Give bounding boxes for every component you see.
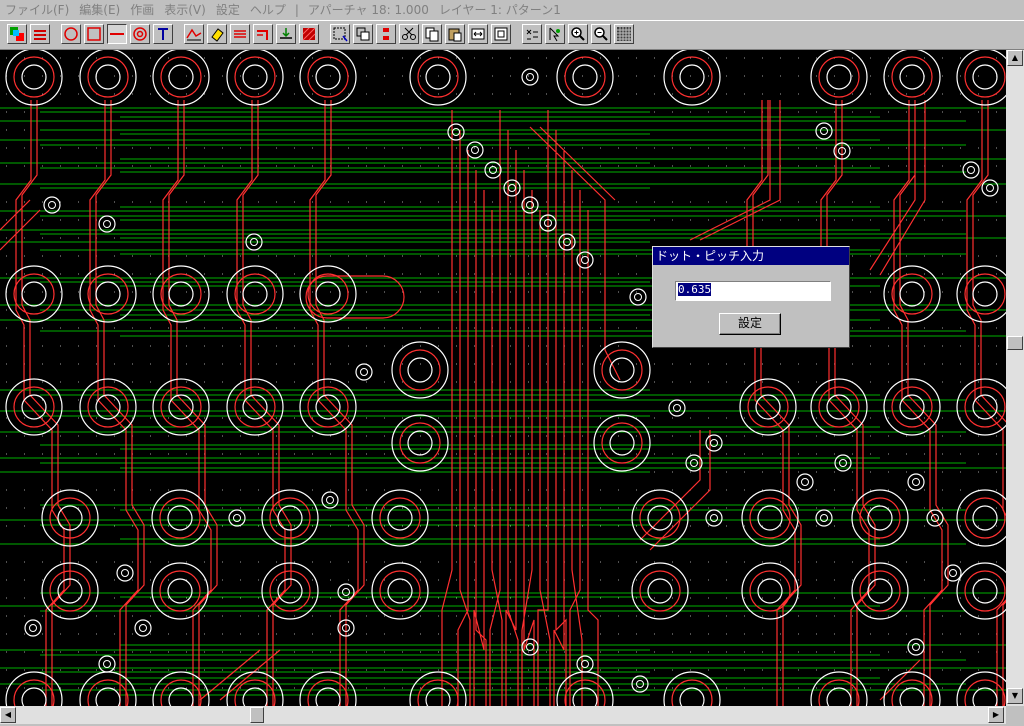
toolbar-button-copy[interactable]	[422, 24, 442, 44]
pad-tool-icon	[133, 27, 147, 41]
bend-tool-icon	[257, 30, 268, 40]
toolbar-button-frame[interactable]	[491, 24, 511, 44]
toolbar-button-text-tool[interactable]	[153, 24, 173, 44]
toolbar-button-move-point[interactable]	[276, 24, 296, 44]
line-tool-icon	[110, 33, 124, 35]
grid-icon	[617, 27, 631, 41]
scroll-left-button[interactable]: ◀	[0, 707, 16, 723]
toolbar-button-copy-area[interactable]	[353, 24, 373, 44]
toolbar-button-circle-tool[interactable]	[61, 24, 81, 44]
scrollbar-corner	[1006, 706, 1024, 726]
toolbar-button-grid[interactable]	[614, 24, 634, 44]
toolbar-button-zoom-in[interactable]	[568, 24, 588, 44]
layer-status: レイヤー 1: パターン1	[438, 3, 561, 17]
aperture-status: アパーチャ 18: 1.000	[307, 3, 429, 17]
toolbar-button-eraser[interactable]	[207, 24, 227, 44]
vertical-scroll-thumb[interactable]	[1007, 336, 1023, 350]
toolbar-button-trace-tool[interactable]	[184, 24, 204, 44]
dialog-title: ドット・ピッチ入力	[653, 247, 849, 265]
toolbar-button-bend-tool[interactable]	[253, 24, 273, 44]
dot-pitch-value: 0.635	[678, 283, 712, 296]
select-rect-icon	[333, 27, 348, 42]
cursor-icon	[549, 27, 560, 42]
toolbar-button-select-rect[interactable]	[330, 24, 350, 44]
bus-tool-icon	[234, 30, 246, 38]
toolbar-button-mirror[interactable]	[468, 24, 488, 44]
scroll-right-button[interactable]: ▶	[988, 707, 1004, 723]
menu-help[interactable]: ヘルプ	[245, 1, 291, 19]
toolbar-button-pad-tool[interactable]	[130, 24, 150, 44]
toolbar-button-measure[interactable]	[522, 24, 542, 44]
menu-bar: ファイル(F) 編集(E) 作画 表示(V) 設定 ヘルプ | アパーチャ 18…	[0, 0, 1024, 20]
pcb-layout	[0, 50, 1006, 706]
toolbar-button-line-tool[interactable]	[107, 24, 127, 44]
text-tool-icon	[158, 28, 168, 40]
vertical-scrollbar[interactable]: ▲ ▼	[1006, 50, 1024, 706]
copy-area-icon	[356, 27, 370, 41]
paste-icon	[448, 28, 462, 42]
layer-color-icon	[10, 27, 24, 41]
circle-tool-icon	[64, 27, 78, 41]
frame-icon	[494, 27, 508, 41]
rect-tool-icon	[87, 27, 101, 41]
toolbar-button-bus-tool[interactable]	[230, 24, 250, 44]
menu-separator: |	[294, 3, 299, 17]
toolbar-button-layer-stack[interactable]	[30, 24, 50, 44]
align-icon	[383, 28, 389, 40]
dot-pitch-input[interactable]: 0.635	[675, 281, 831, 301]
scroll-down-button[interactable]: ▼	[1007, 688, 1023, 704]
layer-stack-icon	[34, 30, 46, 40]
menu-draw[interactable]: 作画	[125, 1, 159, 19]
menu-view[interactable]: 表示(V)	[159, 1, 211, 19]
toolbar-button-zoom-out[interactable]	[591, 24, 611, 44]
scroll-up-button[interactable]: ▲	[1007, 50, 1023, 66]
toolbar-button-layer-color[interactable]	[7, 24, 27, 44]
toolbar	[0, 20, 1024, 50]
eraser-icon	[211, 28, 224, 42]
toolbar-button-cursor[interactable]	[545, 24, 565, 44]
dot-pitch-dialog: ドット・ピッチ入力 0.635 設定	[652, 246, 850, 348]
measure-icon	[526, 29, 538, 40]
set-button[interactable]: 設定	[719, 313, 781, 335]
toolbar-button-cut[interactable]	[399, 24, 419, 44]
toolbar-button-fill-tool[interactable]	[299, 24, 319, 44]
zoom-in-icon	[571, 27, 585, 41]
pcb-canvas[interactable]	[0, 50, 1006, 706]
move-point-icon	[280, 28, 292, 39]
toolbar-button-align[interactable]	[376, 24, 396, 44]
fill-tool-icon	[302, 27, 316, 41]
menu-file[interactable]: ファイル(F)	[0, 1, 74, 19]
copy-icon	[425, 27, 439, 42]
trace-tool-icon	[186, 28, 202, 41]
horizontal-scroll-thumb[interactable]	[250, 707, 264, 723]
toolbar-button-paste[interactable]	[445, 24, 465, 44]
toolbar-button-rect-tool[interactable]	[84, 24, 104, 44]
cut-icon	[402, 27, 416, 40]
menu-settings[interactable]: 設定	[211, 1, 245, 19]
horizontal-scrollbar[interactable]: ◀ ▶	[0, 706, 1006, 724]
mirror-icon	[471, 28, 485, 40]
zoom-out-icon	[594, 27, 608, 41]
menu-edit[interactable]: 編集(E)	[74, 1, 125, 19]
